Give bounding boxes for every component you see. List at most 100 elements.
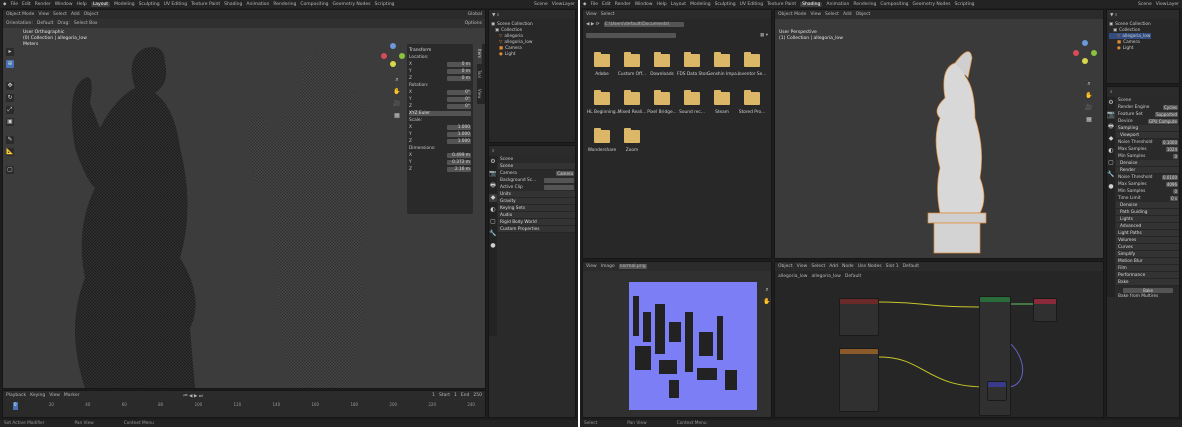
menu-object[interactable]: Object xyxy=(856,12,871,17)
tab-item[interactable]: Item xyxy=(477,44,482,64)
pan-hand-icon[interactable]: ✋ xyxy=(763,298,771,306)
tab-compositing[interactable]: Compositing xyxy=(300,2,328,7)
timeline-menu-marker[interactable]: Marker xyxy=(64,393,80,398)
normal-map-node[interactable] xyxy=(987,381,1007,401)
zoom-icon[interactable]: ⌕ xyxy=(1085,80,1093,88)
menu-add[interactable]: Add xyxy=(843,12,852,17)
viewlayer-selector[interactable]: ViewLayer xyxy=(1156,2,1179,7)
scene-selector[interactable]: Scene xyxy=(534,2,548,7)
performance-section[interactable]: Performance xyxy=(1116,272,1179,279)
tab-compositing[interactable]: Compositing xyxy=(880,2,908,7)
outliner-item[interactable]: ▣ Scene Collection xyxy=(1109,21,1151,27)
tool-props-icon[interactable]: ⚙ xyxy=(489,158,497,166)
file-browser[interactable]: View Select ◀ ▶ ⟳ C:\Users\default\Docum… xyxy=(582,9,772,259)
keying-sets-section[interactable]: Keying Sets xyxy=(498,205,575,212)
menu-file[interactable]: File xyxy=(590,2,598,7)
material-output-node[interactable] xyxy=(1033,298,1057,322)
file-search-input[interactable] xyxy=(586,33,676,38)
tab-sculpting[interactable]: Sculpting xyxy=(139,2,160,7)
scene-section[interactable]: Scene xyxy=(498,163,575,170)
folder-item[interactable]: Adobe xyxy=(587,50,617,84)
folder-item[interactable]: Steam xyxy=(707,88,737,122)
advanced-subsection[interactable]: Advanced xyxy=(1116,223,1179,230)
outliner-item[interactable]: ● Light xyxy=(1109,45,1151,51)
camera-view-icon[interactable]: 🎥 xyxy=(393,100,401,108)
render-props-icon[interactable]: 📷 xyxy=(489,170,497,178)
viewport-subsection[interactable]: Viewport xyxy=(1116,132,1179,139)
properties-editor[interactable]: ⌕ ⚙ 📷 🖶 ◆ ◐ ▢ 🔧 ● Scene Scene Camera Came… xyxy=(488,145,576,418)
directory-path-field[interactable]: C:\Users\default\Documents\ xyxy=(603,22,684,27)
modifier-props-icon[interactable]: 🔧 xyxy=(489,230,497,238)
denoise-subsection[interactable]: Denoise xyxy=(1116,202,1179,209)
frame-ruler[interactable]: 0 20 40 60 80 100 120 140 160 180 200 22… xyxy=(3,402,485,410)
scale-y-field[interactable]: 1.000 xyxy=(447,131,471,137)
bake-button[interactable]: Bake xyxy=(1123,288,1173,293)
zoom-icon[interactable]: ⌕ xyxy=(763,286,771,294)
image-name-field[interactable]: normal.png xyxy=(618,264,647,269)
timeline-menu-keying[interactable]: Keying xyxy=(30,393,45,398)
transform-orientation[interactable]: Global xyxy=(468,12,482,17)
timeline-menu-view[interactable]: View xyxy=(49,393,60,398)
dimension-z-field[interactable]: 2.16 m xyxy=(447,166,471,172)
scale-x-field[interactable]: 1.000 xyxy=(447,124,471,130)
outliner-filter-icon[interactable]: ▼ ⌕ xyxy=(492,12,499,18)
display-mode-icon[interactable]: ▦ ▾ xyxy=(760,33,768,38)
camera-view-icon[interactable]: 🎥 xyxy=(1085,104,1093,112)
path-guiding-subsection[interactable]: Path Guiding xyxy=(1116,209,1179,216)
playback-controls-icon[interactable]: ⏮ ◀ ▶ ⏭ xyxy=(183,393,202,399)
motion-blur-section[interactable]: Motion Blur xyxy=(1116,258,1179,265)
tab-modeling[interactable]: Modeling xyxy=(114,2,134,7)
render-noise-field[interactable]: 0.0100 xyxy=(1162,174,1178,180)
texture-coordinate-node[interactable] xyxy=(839,298,879,336)
search-icon[interactable]: ⌕ xyxy=(492,148,495,154)
menu-help[interactable]: Help xyxy=(77,2,87,7)
rotation-x-field[interactable]: 0° xyxy=(447,89,471,95)
volumes-section[interactable]: Volumes xyxy=(1116,237,1179,244)
lights-subsection[interactable]: Lights xyxy=(1116,216,1179,223)
audio-section[interactable]: Audio xyxy=(498,212,575,219)
render-props-icon[interactable]: 📷 xyxy=(1107,111,1115,119)
render-subsection[interactable]: Render xyxy=(1116,167,1179,174)
start-frame-field[interactable]: 1 xyxy=(454,393,457,398)
navigation-gizmo[interactable] xyxy=(381,43,405,67)
pan-hand-icon[interactable]: ✋ xyxy=(393,88,401,96)
scene-props-icon[interactable]: ◆ xyxy=(1107,135,1115,143)
material-props-icon[interactable]: ● xyxy=(1107,183,1115,191)
camera-field[interactable]: Camera xyxy=(556,170,574,176)
menu-view[interactable]: View xyxy=(586,12,597,17)
tab-layout[interactable]: Layout xyxy=(90,1,111,7)
folder-item[interactable]: Wondershare xyxy=(587,126,617,160)
location-x-field[interactable]: 0 m xyxy=(447,61,471,67)
3d-viewport-shaded[interactable]: Object Mode View Select Add Object User … xyxy=(774,9,1104,259)
rigid-body-world-section[interactable]: Rigid Body World xyxy=(498,219,575,226)
tool-props-icon[interactable]: ⚙ xyxy=(1107,99,1115,107)
tab-shading[interactable]: Shading xyxy=(800,1,823,7)
folder-item[interactable]: Zoom xyxy=(617,126,647,160)
tab-animation[interactable]: Animation xyxy=(246,2,269,7)
tab-uv-editing[interactable]: UV Editing xyxy=(164,2,187,7)
tab-modeling[interactable]: Modeling xyxy=(690,2,710,7)
drag-dropdown[interactable]: Select Box xyxy=(74,21,98,26)
object-props-icon[interactable]: ▢ xyxy=(489,218,497,226)
location-z-field[interactable]: 0 m xyxy=(447,75,471,81)
shader-node-editor[interactable]: Object View Select Add Node Use Nodes Sl… xyxy=(774,261,1104,418)
zoom-icon[interactable]: ⌕ xyxy=(393,76,401,84)
tab-rendering[interactable]: Rendering xyxy=(853,2,876,7)
bake-from-multires-checkbox[interactable]: Bake from Multires xyxy=(1118,294,1158,299)
background-scene-field[interactable] xyxy=(544,177,574,183)
simplify-section[interactable]: Simplify xyxy=(1116,251,1179,258)
output-props-icon[interactable]: 🖶 xyxy=(1107,123,1115,131)
folder-item[interactable]: Genshin Impa... xyxy=(707,50,741,84)
menu-edit[interactable]: Edit xyxy=(602,2,611,7)
current-frame-field[interactable]: 1 xyxy=(432,393,435,398)
menu-window[interactable]: Window xyxy=(55,2,73,7)
material-props-icon[interactable]: ● xyxy=(489,242,497,250)
options-dropdown[interactable]: Options xyxy=(465,21,482,26)
menu-view[interactable]: View xyxy=(38,12,49,17)
menu-view[interactable]: View xyxy=(586,264,597,269)
folder-item[interactable]: FDS Data Stor... xyxy=(677,50,711,84)
light-paths-section[interactable]: Light Paths xyxy=(1116,230,1179,237)
film-section[interactable]: Film xyxy=(1116,265,1179,272)
curves-section[interactable]: Curves xyxy=(1116,244,1179,251)
device-dropdown[interactable]: GPU Compute xyxy=(1148,118,1178,124)
